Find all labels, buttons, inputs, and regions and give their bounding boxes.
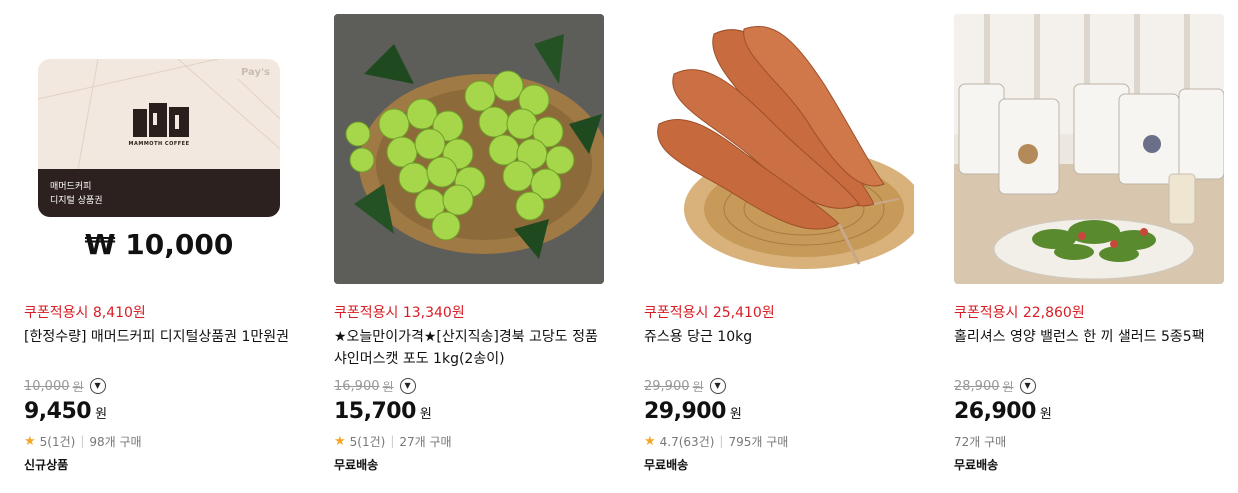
product-tag: 무료배송 <box>334 458 379 472</box>
original-price-row: 29,900 원 ▼ <box>644 376 920 396</box>
purchase-count: 98개 구매 <box>89 434 142 449</box>
star-icon: ★ <box>24 433 36 449</box>
purchase-count: 72개 구매 <box>954 434 1007 449</box>
sale-price-row: 26,900 원 <box>954 399 1230 424</box>
original-price-row: 28,900 원 ▼ <box>954 376 1230 396</box>
sale-price-row: 15,700 원 <box>334 399 610 424</box>
sale-price-row: 29,900 원 <box>644 399 920 424</box>
original-price-unit: 원 <box>1002 379 1014 394</box>
chevron-down-icon[interactable]: ▼ <box>399 378 416 394</box>
coupon-price: 쿠폰적용시 25,410원 <box>644 305 775 321</box>
price-unit: 원 <box>729 407 742 422</box>
product-title[interactable]: [한정수량] 매머드커피 디지털상품권 1만원권 <box>24 326 300 370</box>
original-price: 29,900 <box>644 378 690 394</box>
product-tag: 신규상품 <box>24 458 69 472</box>
rating[interactable]: 5(1건) <box>350 433 386 450</box>
carrots-illustration <box>644 14 914 284</box>
purchase-count: 795개 구매 <box>728 434 789 449</box>
product-card[interactable]: 쿠폰적용시 25,410원 쥬스용 당근 10kg 29,900 원 ▼ 29,9… <box>644 14 920 473</box>
divider: | <box>80 434 85 448</box>
product-title[interactable]: 홀리셔스 영양 밸런스 한 끼 샐러드 5종5팩 <box>954 326 1230 370</box>
product-image-carrots[interactable] <box>644 14 914 284</box>
sale-price: 9,450 <box>24 399 92 424</box>
star-icon: ★ <box>644 433 656 449</box>
rating[interactable]: 4.7(63건) <box>660 433 715 450</box>
review-row: ★ 5(1건) | 27개 구매 <box>334 432 610 450</box>
coupon-price: 쿠폰적용시 13,340원 <box>334 305 465 321</box>
price-unit: 원 <box>1039 407 1052 422</box>
original-price-row: 10,000 원 ▼ <box>24 376 300 396</box>
product-image-gift-card[interactable]: Pay's MAMMOTH COFFEE 매머드커피 디지털 상품권 ₩ 10,… <box>24 14 294 284</box>
chevron-down-icon[interactable]: ▼ <box>709 378 726 394</box>
chevron-down-icon[interactable]: ▼ <box>1019 378 1036 394</box>
product-tag: 무료배송 <box>644 458 689 472</box>
sale-price: 26,900 <box>954 399 1036 424</box>
divider: | <box>390 434 395 448</box>
product-tag: 무료배송 <box>954 458 999 472</box>
sale-price: 29,900 <box>644 399 726 424</box>
sale-price: 15,700 <box>334 399 416 424</box>
price-unit: 원 <box>419 407 432 422</box>
product-card[interactable]: 쿠폰적용시 13,340원 ★오늘만이가격★[산지직송]경북 고당도 정품 샤인… <box>334 14 610 473</box>
gift-card-graphic: Pay's MAMMOTH COFFEE 매머드커피 디지털 상품권 <box>38 59 280 217</box>
gift-card-band: 매머드커피 디지털 상품권 <box>38 169 280 217</box>
salad-illustration <box>954 14 1224 284</box>
original-price-unit: 원 <box>382 379 394 394</box>
rating[interactable]: 5(1건) <box>40 433 76 450</box>
original-price: 28,900 <box>954 378 1000 394</box>
product-image-grapes[interactable] <box>334 14 604 284</box>
product-title[interactable]: ★오늘만이가격★[산지직송]경북 고당도 정품 샤인머스캣 포도 1kg(2송이… <box>334 326 610 370</box>
gift-card-amount: ₩ 10,000 <box>84 228 234 261</box>
review-row: 72개 구매 <box>954 432 1230 450</box>
grapes-illustration <box>334 14 604 284</box>
product-grid: Pay's MAMMOTH COFFEE 매머드커피 디지털 상품권 ₩ 10,… <box>0 0 1238 493</box>
pay-logo: Pay's <box>240 67 270 78</box>
gift-card-title-line1: 매머드커피 <box>50 182 92 192</box>
original-price-unit: 원 <box>692 379 704 394</box>
coupon-price: 쿠폰적용시 8,410원 <box>24 305 146 321</box>
review-row: ★ 5(1건) | 98개 구매 <box>24 432 300 450</box>
logo-text: MAMMOTH COFFEE <box>128 141 190 147</box>
original-price: 16,900 <box>334 378 380 394</box>
product-title[interactable]: 쥬스용 당근 10kg <box>644 326 920 370</box>
product-card[interactable]: 쿠폰적용시 22,860원 홀리셔스 영양 밸런스 한 끼 샐러드 5종5팩 2… <box>954 14 1230 473</box>
price-unit: 원 <box>95 407 108 422</box>
product-image-salad[interactable] <box>954 14 1224 284</box>
chevron-down-icon[interactable]: ▼ <box>89 378 106 394</box>
mammoth-logo-icon <box>133 103 189 137</box>
product-card[interactable]: Pay's MAMMOTH COFFEE 매머드커피 디지털 상품권 ₩ 10,… <box>24 14 300 473</box>
coupon-price: 쿠폰적용시 22,860원 <box>954 305 1085 321</box>
divider: | <box>719 434 724 448</box>
original-price-row: 16,900 원 ▼ <box>334 376 610 396</box>
gift-card-title-line2: 디지털 상품권 <box>50 196 103 206</box>
review-row: ★ 4.7(63건) | 795개 구매 <box>644 432 920 450</box>
original-price-unit: 원 <box>72 379 84 394</box>
original-price: 10,000 <box>24 378 70 394</box>
purchase-count: 27개 구매 <box>399 434 452 449</box>
star-icon: ★ <box>334 433 346 449</box>
sale-price-row: 9,450 원 <box>24 399 300 424</box>
